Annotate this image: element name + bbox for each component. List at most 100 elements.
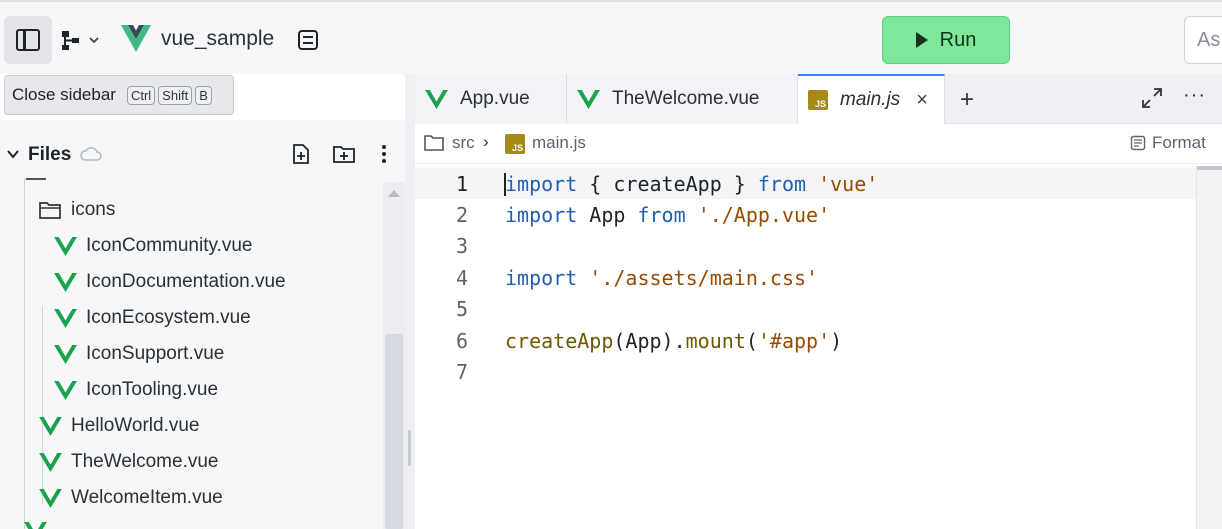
shortcut-key: B [195,85,212,105]
tree-item-file[interactable]: IconDocumentation.vue [54,264,286,300]
more-options-icon[interactable] [378,143,390,165]
tree-item-file[interactable]: HelloWorld.vue [39,408,199,444]
sidebar-icon [16,29,40,51]
new-tab-plus-icon[interactable]: + [960,86,974,114]
ask-input[interactable]: As [1184,16,1222,64]
run-button[interactable]: Run [882,16,1010,64]
code-line[interactable]: 5 [415,293,1196,324]
code-line[interactable]: 2 import App from './App.vue' [415,199,1196,230]
js-icon: JS [808,90,828,110]
format-button[interactable]: Format [1130,133,1206,153]
code-line[interactable]: 6 createApp(App).mount('#app') [415,325,1196,356]
vue-icon [24,521,47,529]
editor-pane: App.vue TheWelcome.vue JS main.js × + ··… [415,74,1222,529]
tree-item-file[interactable]: WelcomeItem.vue [39,480,223,516]
code-text: import { createApp } from 'vue' [505,172,879,196]
js-icon: JS [505,134,525,154]
vue-icon [425,89,448,109]
tree-item-label: IconEcosystem.vue [86,307,251,328]
sidebar: Files icons IconCommunity.vue IconDocume… [0,74,405,529]
format-icon [1130,135,1146,151]
vue-icon [54,236,77,256]
tree-item-file[interactable]: IconCommunity.vue [54,228,253,264]
tree-item-label: icons [71,199,116,220]
tree-structure-icon [62,31,79,50]
new-folder-icon[interactable] [332,143,356,165]
close-sidebar-tooltip: Close sidebar Ctrl Shift B [4,75,234,115]
chevron-down-icon [89,37,99,44]
tab-label: App.vue [460,88,530,109]
breadcrumb-folder[interactable]: src [452,133,475,153]
tab-label: main.js [840,89,901,110]
code-text: import './assets/main.css' [505,266,819,290]
breadcrumb-file[interactable]: main.js [532,133,586,153]
tab-thewelcome-vue[interactable]: TheWelcome.vue [567,74,798,124]
file-tree: icons IconCommunity.vue IconDocumentatio… [0,178,380,529]
line-number: 5 [455,297,468,321]
folder-icon [424,135,444,151]
code-editor[interactable]: 1 import { createApp } from 'vue' 2 impo… [415,168,1196,529]
vue-icon [39,452,62,472]
editor-scrollbar[interactable] [1196,166,1222,529]
more-options-icon[interactable]: ··· [1183,84,1206,107]
cloud-icon [80,147,102,161]
tree-item-file[interactable]: IconEcosystem.vue [54,300,251,336]
vue-icon [54,380,77,400]
tree-item-label: TheWelcome.vue [71,451,219,472]
tree-item-label: WelcomeItem.vue [71,487,223,508]
project-info-icon[interactable] [296,28,320,52]
vue-icon [577,89,600,109]
maximize-icon[interactable] [1141,87,1163,109]
breadcrumb: src › JS main.js Format [415,124,1222,164]
new-file-icon[interactable] [290,143,312,165]
tree-item-label: IconTooling.vue [86,379,219,400]
code-line[interactable]: 7 [415,356,1196,387]
tooltip-label: Close sidebar [12,85,116,104]
scrollbar-thumb[interactable] [1197,166,1222,170]
shortcut-key: Shift [158,85,193,105]
vue-logo-icon [121,25,151,52]
sidebar-resize-handle[interactable] [408,430,411,466]
code-line[interactable]: 3 [415,230,1196,261]
vue-icon [54,344,77,364]
run-button-label: Run [939,28,977,51]
files-title[interactable]: Files [28,144,71,166]
format-label: Format [1152,133,1206,152]
tree-item-label: IconDocumentation.vue [86,271,286,292]
code-line[interactable]: 4 import './assets/main.css' [415,262,1196,293]
tree-item-label: IconSupport.vue [86,343,225,364]
ask-input-placeholder: As [1197,29,1221,51]
partial-folder-icon [26,178,46,182]
tree-item-icons-folder[interactable]: icons [38,192,115,228]
tree-item-file[interactable]: TheWelcome.vue [39,444,219,480]
code-line[interactable]: 1 import { createApp } from 'vue' [415,168,1196,199]
tree-item-label: IconCommunity.vue [86,235,253,256]
svg-text:JS: JS [815,99,826,109]
vue-icon [39,416,62,436]
code-text: createApp(App).mount('#app') [505,329,843,353]
close-tab-icon[interactable]: × [916,89,928,112]
sidebar-scrollbar[interactable] [383,182,405,529]
tree-item-file[interactable]: IconTooling.vue [54,372,218,408]
scroll-up-arrow-icon[interactable] [388,190,400,197]
play-icon [915,32,928,48]
shortcut-key: Ctrl [126,85,156,105]
tab-main-js[interactable]: JS main.js × [798,74,945,124]
folder-icon [39,202,61,219]
line-number: 4 [455,266,468,290]
chevron-right-icon: › [483,132,489,151]
project-structure-button[interactable] [60,26,100,54]
tab-app-vue[interactable]: App.vue [415,74,567,124]
vue-icon [39,488,62,508]
vue-icon [54,308,77,328]
files-header: Files [0,134,405,174]
tab-label: TheWelcome.vue [612,88,760,109]
tree-item-file[interactable]: IconSupport.vue [54,336,224,372]
tree-item-label: HelloWorld.vue [71,415,200,436]
project-name[interactable]: vue_sample [161,27,274,51]
tree-guide-line [24,178,25,529]
chevron-down-icon[interactable] [6,147,20,161]
sidebar-toggle-button[interactable] [4,16,52,64]
scrollbar-thumb[interactable] [385,334,403,529]
line-number: 7 [455,360,468,384]
